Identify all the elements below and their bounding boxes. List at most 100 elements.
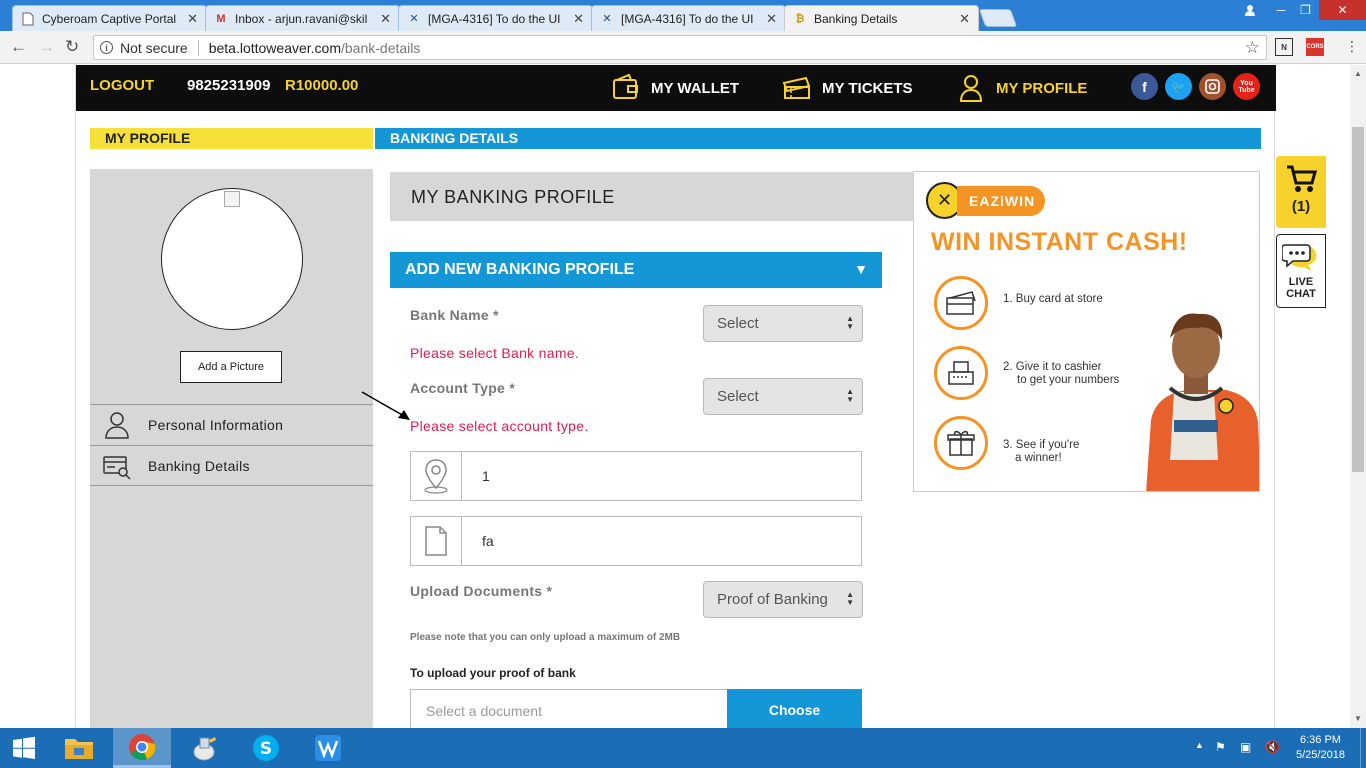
sidebar-item-banking-details[interactable]: Banking Details (90, 445, 373, 486)
add-banking-profile-header[interactable]: ADD NEW BANKING PROFILE ▼ (390, 252, 882, 288)
live-chat-label: LIVE CHAT (1286, 276, 1316, 300)
system-clock[interactable]: 6:36 PM 5/25/2018 (1296, 733, 1345, 763)
close-tab-icon[interactable]: ✕ (187, 11, 198, 27)
youtube-icon[interactable]: You Tube (1233, 73, 1260, 100)
user-icon (959, 75, 983, 102)
eaziwin-advert[interactable]: ✕ EAZiWIN WIN INSTANT CASH! 1. Buy card … (913, 171, 1260, 492)
browser-menu-icon[interactable]: ⋮ (1345, 38, 1359, 55)
scroll-up-icon[interactable]: ▲ (1354, 69, 1362, 78)
url-path: /bank-details (341, 39, 421, 56)
site-container: LOGOUT 9825231909 R10000.00 MY WALLET MY… (75, 65, 1276, 728)
chat-bubble-icon (1282, 244, 1317, 271)
close-tab-icon[interactable]: ✕ (380, 11, 391, 27)
bank-name-value: Select (717, 315, 759, 332)
cart-widget[interactable]: (1) (1276, 156, 1326, 228)
branch-input[interactable]: 1 (410, 451, 862, 501)
mascot-illustration (1146, 313, 1259, 491)
wallet-balance: R10000.00 (285, 77, 359, 94)
nav-my-wallet[interactable]: MY WALLET (611, 73, 739, 103)
chrome-icon[interactable] (113, 728, 171, 768)
youtube-label: You Tube (1238, 79, 1255, 94)
flag-icon[interactable]: ⚑ (1215, 740, 1226, 754)
browser-tab[interactable]: M Inbox - arjun.ravani@skil ✕ (205, 5, 400, 31)
scrollbar-thumb[interactable] (1352, 127, 1364, 472)
bank-name-select[interactable]: Select ▲ ▼ (703, 305, 863, 342)
ad-step-text: 3. See if you're (1003, 439, 1080, 451)
url-host: beta.lottoweaver.com (208, 39, 341, 56)
extension-n-icon[interactable]: N (1275, 38, 1293, 56)
windows-start-icon[interactable] (0, 728, 48, 768)
nav-tickets-label: MY TICKETS (822, 79, 913, 97)
ad-step-3: 3. See if you're a winner! (1003, 439, 1079, 465)
gift-icon (934, 416, 988, 470)
file-explorer-icon[interactable] (50, 728, 108, 768)
close-window-icon[interactable]: ✕ (1319, 0, 1366, 20)
live-chat-button[interactable]: LIVE CHAT (1276, 234, 1326, 308)
info-icon[interactable]: i (100, 41, 113, 54)
choose-file-button[interactable]: Choose (727, 689, 862, 728)
collapse-triangle-icon[interactable]: ▼ (854, 261, 868, 277)
volume-muted-icon[interactable]: 🔇 (1265, 740, 1280, 754)
add-picture-button[interactable]: Add a Picture (180, 351, 282, 383)
location-pin-icon (411, 452, 462, 500)
nav-wallet-label: MY WALLET (651, 79, 740, 97)
card-icon (934, 276, 988, 330)
account-number-input[interactable]: fa (410, 516, 862, 566)
browser-tab[interactable]: ✕ [MGA-4316] To do the UI ✕ (398, 5, 593, 31)
reload-icon[interactable]: ↻ (65, 37, 79, 57)
show-desktop-button[interactable] (1360, 728, 1366, 768)
twitter-icon[interactable]: 🐦 (1165, 73, 1192, 100)
nav-my-profile[interactable]: MY PROFILE (956, 73, 1087, 103)
wps-icon[interactable] (299, 728, 357, 768)
restore-icon[interactable]: ❐ (1292, 0, 1319, 20)
url-input[interactable]: i Not secure beta.lottoweaver.com/bank-d… (93, 35, 1267, 60)
bank-name-label: Bank Name * (410, 307, 499, 323)
tab-title: Cyberoam Captive Portal (42, 11, 177, 26)
document-type-select[interactable]: Proof of Banking ▲ ▼ (703, 581, 863, 618)
avatar[interactable] (161, 188, 303, 330)
instagram-icon[interactable] (1199, 73, 1226, 100)
cart-count: (1) (1291, 198, 1311, 215)
top-navigation: LOGOUT 9825231909 R10000.00 MY WALLET MY… (76, 65, 1276, 111)
account-type-select[interactable]: Select ▲ ▼ (703, 378, 863, 415)
account-type-label: Account Type * (410, 380, 516, 396)
profile-icon[interactable] (1237, 0, 1263, 20)
browser-tab[interactable]: Cyberoam Captive Portal ✕ (12, 5, 207, 31)
account-type-value: Select (717, 388, 759, 405)
ad-step-text: 2. Give it to cashier (1003, 361, 1102, 373)
back-icon[interactable]: ← (10, 37, 27, 57)
forward-icon[interactable]: → (38, 37, 55, 57)
clock-time: 6:36 PM (1299, 734, 1341, 746)
select-arrows-icon: ▲ ▼ (846, 314, 854, 331)
select-arrows-icon: ▲ ▼ (846, 590, 854, 607)
banking-details-header: BANKING DETAILS (375, 128, 1261, 149)
scroll-down-icon[interactable]: ▼ (1354, 714, 1362, 723)
page-scrollbar[interactable]: ▲ ▼ (1350, 65, 1366, 728)
nav-my-tickets[interactable]: MY TICKETS (782, 73, 913, 103)
browser-tab-active[interactable]: ₿ Banking Details ✕ (784, 5, 979, 32)
network-icon[interactable]: ▣ (1240, 740, 1251, 754)
extension-cors-icon[interactable]: CORS (1306, 38, 1324, 56)
eaziwin-logo: ✕ EAZiWIN (926, 182, 1046, 219)
page-viewport: LOGOUT 9825231909 R10000.00 MY WALLET MY… (0, 65, 1350, 728)
security-label: Not secure (120, 39, 188, 56)
document-file-field[interactable]: Select a document (410, 689, 728, 728)
logout-link[interactable]: LOGOUT (90, 77, 154, 94)
upload-proof-label: To upload your proof of bank (410, 666, 576, 680)
close-tab-icon[interactable]: ✕ (766, 11, 777, 27)
facebook-icon[interactable]: f (1131, 73, 1158, 100)
minimize-icon[interactable]: ─ (1270, 0, 1292, 20)
sidebar-item-personal-information[interactable]: Personal Information (90, 404, 373, 445)
document-type-value: Proof of Banking (717, 591, 828, 608)
notepad-icon[interactable] (176, 728, 234, 768)
skype-icon[interactable]: S (237, 728, 295, 768)
tray-expand-icon[interactable]: ▲ (1195, 740, 1204, 750)
new-tab-button[interactable] (978, 9, 1018, 27)
bookmark-star-icon[interactable]: ☆ (1245, 38, 1260, 58)
browser-tab[interactable]: ✕ [MGA-4316] To do the UI ✕ (591, 5, 786, 31)
close-tab-icon[interactable]: ✕ (573, 11, 584, 27)
close-tab-icon[interactable]: ✕ (959, 11, 970, 27)
ad-step-1: 1. Buy card at store (1003, 293, 1103, 306)
ad-step-text: a winner! (1015, 452, 1062, 464)
wallet-icon (613, 73, 638, 99)
